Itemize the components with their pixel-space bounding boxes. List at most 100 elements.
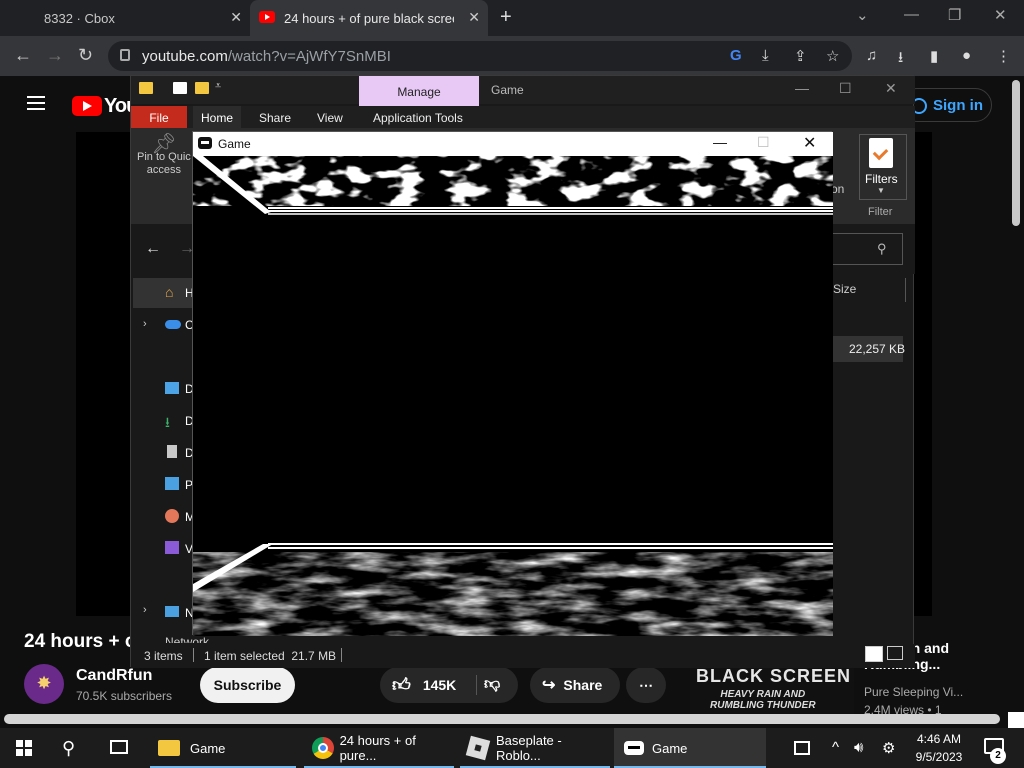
windows-start-icon[interactable] xyxy=(16,740,32,756)
minimize-icon[interactable]: — xyxy=(795,80,809,96)
game-window: Game — ☐ ✕ xyxy=(192,131,833,636)
maximize-icon[interactable]: ❐ xyxy=(948,6,961,24)
menu-kebab-icon[interactable]: ⋮ xyxy=(996,47,1011,65)
forward-arrow-icon[interactable]: → xyxy=(46,45,64,66)
ribbon-tab-bar xyxy=(131,106,915,128)
tab-cbox[interactable]: 8332 · Cbox ✕ xyxy=(0,0,250,36)
divider xyxy=(193,648,194,662)
clock-date[interactable]: 9/5/2023 xyxy=(912,750,966,764)
tab-youtube[interactable]: 24 hours + of pure black screen ✕ xyxy=(250,0,488,36)
thumbnail-subtitle-line: RUMBLING THUNDER xyxy=(710,700,816,711)
column-divider[interactable] xyxy=(905,278,906,302)
channel-name[interactable]: CandRfun xyxy=(76,667,152,685)
maximize-icon[interactable]: ☐ xyxy=(757,134,770,151)
taskbar-app-game[interactable]: Game xyxy=(614,728,766,768)
gamepad-icon xyxy=(198,137,212,149)
large-icons-view-icon[interactable] xyxy=(887,646,903,660)
chevron-right-icon[interactable]: › xyxy=(143,318,147,330)
selection-info: 1 item selected 21.7 MB xyxy=(204,649,337,663)
application-tools-tab[interactable]: Application Tools xyxy=(373,111,463,125)
search-icon[interactable]: ⚲ xyxy=(62,738,75,759)
back-arrow-icon[interactable]: ← xyxy=(145,240,161,258)
clock-time[interactable]: 4:46 AM xyxy=(916,732,962,746)
channel-avatar[interactable]: ✸ xyxy=(24,664,64,704)
divider xyxy=(341,648,342,662)
chevron-right-icon[interactable]: › xyxy=(143,604,147,616)
notification-badge: 2 xyxy=(990,748,1006,764)
pin-label: Pin to Quic xyxy=(137,151,191,163)
horizontal-scrollbar[interactable] xyxy=(4,714,1000,724)
nav-item-quick-access[interactable] xyxy=(133,278,193,308)
subscribe-button[interactable]: Subscribe xyxy=(200,667,295,703)
taskbar-app-explorer[interactable]: Game xyxy=(150,728,296,768)
tab-search-chevron-icon[interactable]: ⌄ xyxy=(856,6,869,24)
pin-to-quick-access-button[interactable]: 📌︎ Pin to Quic access xyxy=(137,134,191,177)
explorer-search-input[interactable] xyxy=(821,233,903,265)
side-panel-icon[interactable]: ▮ xyxy=(930,47,938,65)
game-viewport[interactable] xyxy=(193,156,833,636)
share-button[interactable]: ↪ Share xyxy=(530,667,620,703)
reload-icon[interactable]: ↻ xyxy=(78,45,93,66)
manage-tab[interactable]: Manage xyxy=(359,76,479,106)
share-label: Share xyxy=(563,677,603,693)
game-window-title: Game xyxy=(218,137,251,151)
downloads-icon[interactable]: ⭳ xyxy=(898,47,903,72)
new-folder-icon[interactable] xyxy=(195,82,209,94)
taskbar-app-label: 24 hours + of pure... xyxy=(339,733,416,763)
file-tab[interactable]: File xyxy=(131,106,187,128)
view-tab[interactable]: View xyxy=(317,111,343,125)
filters-icon xyxy=(869,138,893,168)
home-tab[interactable]: Home xyxy=(193,106,241,128)
new-tab-plus-icon[interactable]: + xyxy=(500,6,512,29)
taskbar-app-label: Baseplate - Roblo... xyxy=(495,733,562,763)
profile-icon[interactable]: ● xyxy=(962,47,971,64)
music-icon xyxy=(165,509,179,523)
nav-item-network[interactable]: Network xyxy=(165,635,209,643)
thumbs-up-icon[interactable]: 👍︎ xyxy=(392,674,411,696)
close-icon[interactable]: ✕ xyxy=(468,9,480,26)
lock-icon xyxy=(120,49,130,61)
size-column-header[interactable]: Size xyxy=(833,282,856,296)
media-controls-icon[interactable]: ♫ xyxy=(866,47,877,64)
settings-gear-icon[interactable]: ⚙ xyxy=(882,739,895,757)
taskbar-app-chrome[interactable]: 24 hours + of pure... xyxy=(304,728,454,768)
bookmark-star-icon[interactable]: ☆ xyxy=(826,47,839,65)
qat-dropdown-icon[interactable]: ⩡ xyxy=(215,80,221,93)
more-actions-button[interactable]: ⋯ xyxy=(626,667,666,703)
filter-group-label: Filter xyxy=(868,206,893,218)
close-icon[interactable]: ✕ xyxy=(803,133,816,153)
url-host: youtube.com xyxy=(142,48,228,65)
properties-icon[interactable] xyxy=(173,82,187,94)
thumbs-down-icon[interactable]: 👎︎ xyxy=(484,675,500,694)
task-view-icon[interactable] xyxy=(110,740,128,754)
back-arrow-icon[interactable]: ← xyxy=(14,45,32,66)
explorer-window-title: Game xyxy=(491,83,524,97)
close-icon[interactable]: ✕ xyxy=(885,80,897,97)
game-title-bar[interactable] xyxy=(193,132,833,156)
install-icon[interactable]: ⤓ xyxy=(762,47,769,64)
share-page-icon[interactable]: ⇪ xyxy=(794,47,807,65)
folder-icon xyxy=(158,740,180,756)
youtube-logo-icon[interactable] xyxy=(72,96,102,116)
share-tab[interactable]: Share xyxy=(259,111,291,125)
news-widget-icon[interactable] xyxy=(794,741,810,755)
chevron-up-icon[interactable]: ^ xyxy=(832,739,839,756)
page-scrollbar[interactable] xyxy=(1012,80,1020,226)
google-icon[interactable]: G xyxy=(730,47,742,64)
show-desktop-button[interactable] xyxy=(1008,712,1024,728)
hamburger-menu-icon[interactable] xyxy=(27,96,45,110)
search-icon[interactable]: ⚲ xyxy=(877,241,887,257)
like-count[interactable]: 145K xyxy=(423,677,456,693)
maximize-icon[interactable]: ☐ xyxy=(839,80,852,97)
youtube-favicon-icon xyxy=(259,11,275,23)
volume-icon[interactable]: 🔊︎ xyxy=(854,739,863,756)
close-window-icon[interactable]: ✕ xyxy=(994,6,1007,24)
details-view-icon[interactable] xyxy=(865,646,883,662)
close-icon[interactable]: ✕ xyxy=(230,9,242,26)
minimize-icon[interactable]: — xyxy=(904,6,919,23)
recommended-channel: Pure Sleeping Vi... xyxy=(864,685,964,699)
subscriber-count: 70.5K subscribers xyxy=(76,689,173,703)
taskbar-app-roblox[interactable]: Baseplate - Roblo... xyxy=(460,728,610,768)
minimize-icon[interactable]: — xyxy=(713,134,727,150)
taskbar-app-label: Game xyxy=(652,740,688,756)
